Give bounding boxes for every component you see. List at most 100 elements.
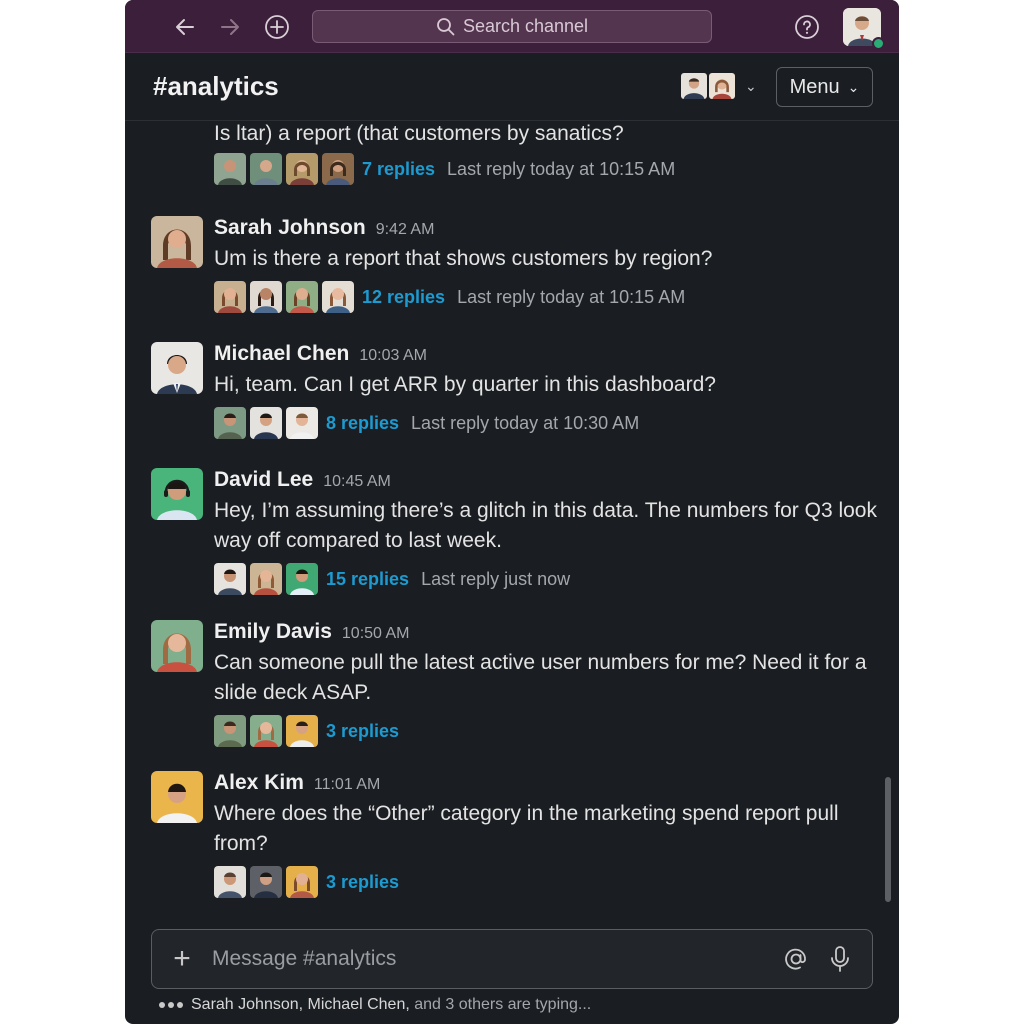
channel-members-button[interactable]: ⌄ bbox=[679, 71, 757, 101]
author-name[interactable]: Michael Chen bbox=[214, 342, 349, 366]
add-attachment-button[interactable]: + bbox=[152, 942, 212, 976]
timestamp[interactable]: 11:01 AM bbox=[314, 776, 380, 794]
arrow-left-icon bbox=[176, 19, 194, 35]
author-avatar[interactable] bbox=[151, 468, 203, 520]
author-name[interactable]: Alex Kim bbox=[214, 771, 304, 795]
thread-participants bbox=[214, 563, 318, 595]
thread-participants bbox=[214, 281, 354, 313]
participant-avatar bbox=[214, 281, 246, 313]
scrollbar-thumb[interactable] bbox=[885, 777, 891, 902]
message-list[interactable]: Is ltar) a report (that customers by san… bbox=[125, 122, 899, 922]
author-name[interactable]: David Lee bbox=[214, 468, 313, 492]
thread-summary[interactable]: 3 replies bbox=[214, 714, 884, 748]
new-button[interactable] bbox=[262, 12, 292, 42]
channel-title: #analytics bbox=[153, 71, 279, 101]
top-bar: Search channel bbox=[125, 0, 899, 53]
last-reply: Last reply today at 10:15 AM bbox=[457, 286, 686, 307]
menu-button[interactable]: Menu ⌄ bbox=[776, 67, 873, 107]
help-icon bbox=[795, 15, 819, 39]
reply-count-link[interactable]: 15 replies bbox=[326, 569, 409, 590]
mention-button[interactable] bbox=[774, 946, 818, 972]
reply-count-link[interactable]: 8 replies bbox=[326, 413, 399, 434]
reply-count-link[interactable]: 3 replies bbox=[326, 872, 399, 893]
message-content: Is ltar) a report (that customers by san… bbox=[214, 122, 884, 186]
participant-avatar bbox=[250, 866, 282, 898]
thread-participants bbox=[214, 153, 354, 185]
user-avatar[interactable] bbox=[843, 8, 885, 50]
author-name[interactable]: Sarah Johnson bbox=[214, 216, 366, 240]
participant-avatar bbox=[322, 281, 354, 313]
participant-avatar bbox=[286, 715, 318, 747]
thread-participants bbox=[214, 715, 318, 747]
last-reply: Last reply today at 10:30 AM bbox=[411, 412, 640, 433]
person-avatar-icon bbox=[151, 468, 203, 520]
participant-avatar bbox=[214, 407, 246, 439]
plus-circle-icon bbox=[265, 15, 289, 39]
voice-button[interactable] bbox=[818, 945, 862, 973]
reply-count-link[interactable]: 3 replies bbox=[326, 721, 399, 742]
message-text: Um is there a report that shows customer… bbox=[214, 247, 713, 270]
back-button[interactable] bbox=[170, 12, 200, 42]
participant-avatar bbox=[250, 407, 282, 439]
typing-names: Sarah Johnson, Michael Chen, bbox=[191, 996, 410, 1013]
timestamp[interactable]: 10:45 AM bbox=[323, 473, 391, 491]
plus-icon: + bbox=[173, 942, 191, 975]
channel-header: #analytics ⌄ Menu ⌄ bbox=[125, 53, 899, 121]
timestamp[interactable]: 10:50 AM bbox=[342, 625, 410, 643]
message-meta: Alex Kim 11:01 AM bbox=[214, 771, 884, 799]
thread-summary[interactable]: 12 replies Last reply today at 10:15 AM bbox=[214, 280, 884, 314]
message-text: Is ltar) a report (that customers by san… bbox=[214, 122, 624, 145]
search-bar[interactable]: Search channel bbox=[312, 10, 712, 43]
message-meta: David Lee 10:45 AM bbox=[214, 468, 884, 496]
message-meta: Sarah Johnson 9:42 AM bbox=[214, 216, 884, 244]
message-text: Hi, team. Can I get ARR by quarter in th… bbox=[214, 373, 716, 396]
microphone-icon bbox=[831, 946, 849, 972]
thread-summary[interactable]: 3 replies bbox=[214, 865, 884, 899]
typing-dots-icon bbox=[159, 1002, 183, 1008]
message-content: David Lee 10:45 AM Hey, I’m assuming the… bbox=[214, 468, 884, 596]
typing-rest: and 3 others are typing... bbox=[414, 996, 592, 1013]
participant-avatar bbox=[286, 153, 318, 185]
message-content: Sarah Johnson 9:42 AM Um is there a repo… bbox=[214, 216, 884, 314]
thread-participants bbox=[214, 407, 318, 439]
thread-summary[interactable]: 15 replies Last reply just now bbox=[214, 562, 884, 596]
person-avatar-icon bbox=[151, 620, 203, 672]
participant-avatar bbox=[286, 866, 318, 898]
chevron-down-icon: ⌄ bbox=[745, 77, 757, 94]
message-text: Can someone pull the latest active user … bbox=[214, 651, 867, 704]
message-meta: Emily Davis 10:50 AM bbox=[214, 620, 884, 648]
author-avatar[interactable] bbox=[151, 216, 203, 268]
reply-count-link[interactable]: 12 replies bbox=[362, 287, 445, 308]
last-reply: Last reply just now bbox=[421, 568, 571, 589]
message-input[interactable] bbox=[212, 947, 774, 971]
timestamp[interactable]: 9:42 AM bbox=[376, 221, 435, 239]
message-text: Hey, I’m assuming there’s a glitch in th… bbox=[214, 499, 877, 552]
participant-avatar bbox=[286, 563, 318, 595]
reply-count-link[interactable]: 7 replies bbox=[362, 159, 435, 180]
menu-label: Menu bbox=[789, 75, 840, 98]
forward-button[interactable] bbox=[215, 12, 245, 42]
message-content: Michael Chen 10:03 AM Hi, team. Can I ge… bbox=[214, 342, 884, 440]
participant-avatar bbox=[250, 281, 282, 313]
thread-summary[interactable]: 7 replies Last reply today at 10:15 AM bbox=[214, 152, 884, 186]
thread-summary[interactable]: 8 replies Last reply today at 10:30 AM bbox=[214, 406, 884, 440]
author-avatar[interactable] bbox=[151, 771, 203, 823]
message-composer: + bbox=[151, 929, 873, 989]
at-sign-icon bbox=[785, 948, 806, 970]
typing-indicator: Sarah Johnson, Michael Chen, and 3 other… bbox=[159, 996, 591, 1014]
timestamp[interactable]: 10:03 AM bbox=[359, 347, 427, 365]
person-avatar-icon bbox=[151, 342, 203, 394]
arrow-right-icon bbox=[221, 19, 239, 35]
participant-avatar bbox=[214, 866, 246, 898]
author-avatar[interactable] bbox=[151, 620, 203, 672]
app-window: Search channel #analytics ⌄ Menu ⌄ Is lt… bbox=[125, 0, 899, 1024]
search-icon bbox=[437, 18, 455, 36]
message-meta: Michael Chen 10:03 AM bbox=[214, 342, 884, 370]
participant-avatar bbox=[250, 153, 282, 185]
author-avatar[interactable] bbox=[151, 342, 203, 394]
member-avatar bbox=[707, 71, 737, 101]
author-name[interactable]: Emily Davis bbox=[214, 620, 332, 644]
thread-participants bbox=[214, 866, 318, 898]
participant-avatar bbox=[250, 563, 282, 595]
help-button[interactable] bbox=[793, 13, 821, 41]
